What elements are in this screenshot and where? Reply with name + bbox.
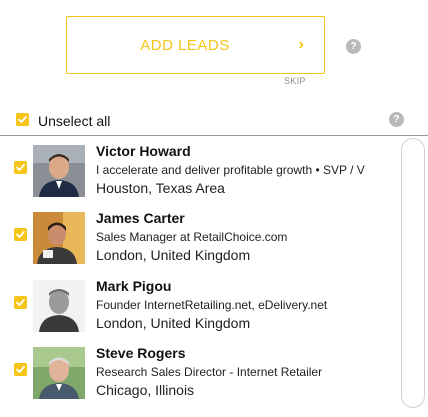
add-leads-button[interactable]: ADD LEADS ›	[66, 16, 325, 74]
checkmark-icon	[16, 230, 25, 238]
lead-location: Chicago, Illinois	[96, 382, 195, 398]
skip-link[interactable]: SKIP	[284, 76, 306, 86]
lead-location: London, United Kingdom	[96, 247, 251, 263]
avatar	[33, 145, 85, 197]
checkmark-icon	[16, 365, 25, 373]
lead-location: London, United Kingdom	[96, 315, 251, 331]
checkmark-icon	[16, 163, 25, 171]
leads-list[interactable]: Victor Howard I accelerate and deliver p…	[0, 136, 428, 417]
help-icon[interactable]: ?	[346, 39, 361, 54]
avatar	[33, 280, 85, 332]
lead-name[interactable]: Mark Pigou	[96, 278, 171, 294]
lead-title: Research Sales Director - Internet Retai…	[96, 365, 323, 379]
chevron-right-icon: ›	[298, 36, 304, 53]
avatar	[33, 347, 85, 399]
lead-checkbox[interactable]	[14, 228, 27, 241]
checkmark-icon	[18, 115, 27, 123]
lead-checkbox[interactable]	[14, 296, 27, 309]
lead-item-victor-howard[interactable]: Victor Howard I accelerate and deliver p…	[0, 136, 400, 203]
lead-item-mark-pigou[interactable]: Mark Pigou Founder InternetRetailing.net…	[0, 271, 400, 338]
lead-title: Founder InternetRetailing.net, eDelivery…	[96, 298, 328, 312]
lead-name[interactable]: Steve Rogers	[96, 345, 185, 361]
lead-title: I accelerate and deliver profitable grow…	[96, 163, 365, 177]
lead-name[interactable]: Victor Howard	[96, 143, 191, 159]
checkmark-icon	[16, 298, 25, 306]
lead-location: Houston, Texas Area	[96, 180, 225, 196]
lead-checkbox[interactable]	[14, 161, 27, 174]
avatar	[33, 212, 85, 264]
help-icon-secondary[interactable]: ?	[389, 112, 404, 127]
lead-name[interactable]: James Carter	[96, 210, 185, 226]
lead-item-james-carter[interactable]: James Carter Sales Manager at RetailChoi…	[0, 203, 400, 270]
lead-checkbox[interactable]	[14, 363, 27, 376]
add-leads-label: ADD LEADS	[140, 37, 230, 54]
scrollbar[interactable]	[401, 138, 425, 408]
lead-item-steve-rogers[interactable]: Steve Rogers Research Sales Director - I…	[0, 338, 400, 405]
unselect-all-label[interactable]: Unselect all	[38, 113, 110, 129]
unselect-all-checkbox[interactable]	[16, 113, 29, 126]
lead-title: Sales Manager at RetailChoice.com	[96, 230, 288, 244]
